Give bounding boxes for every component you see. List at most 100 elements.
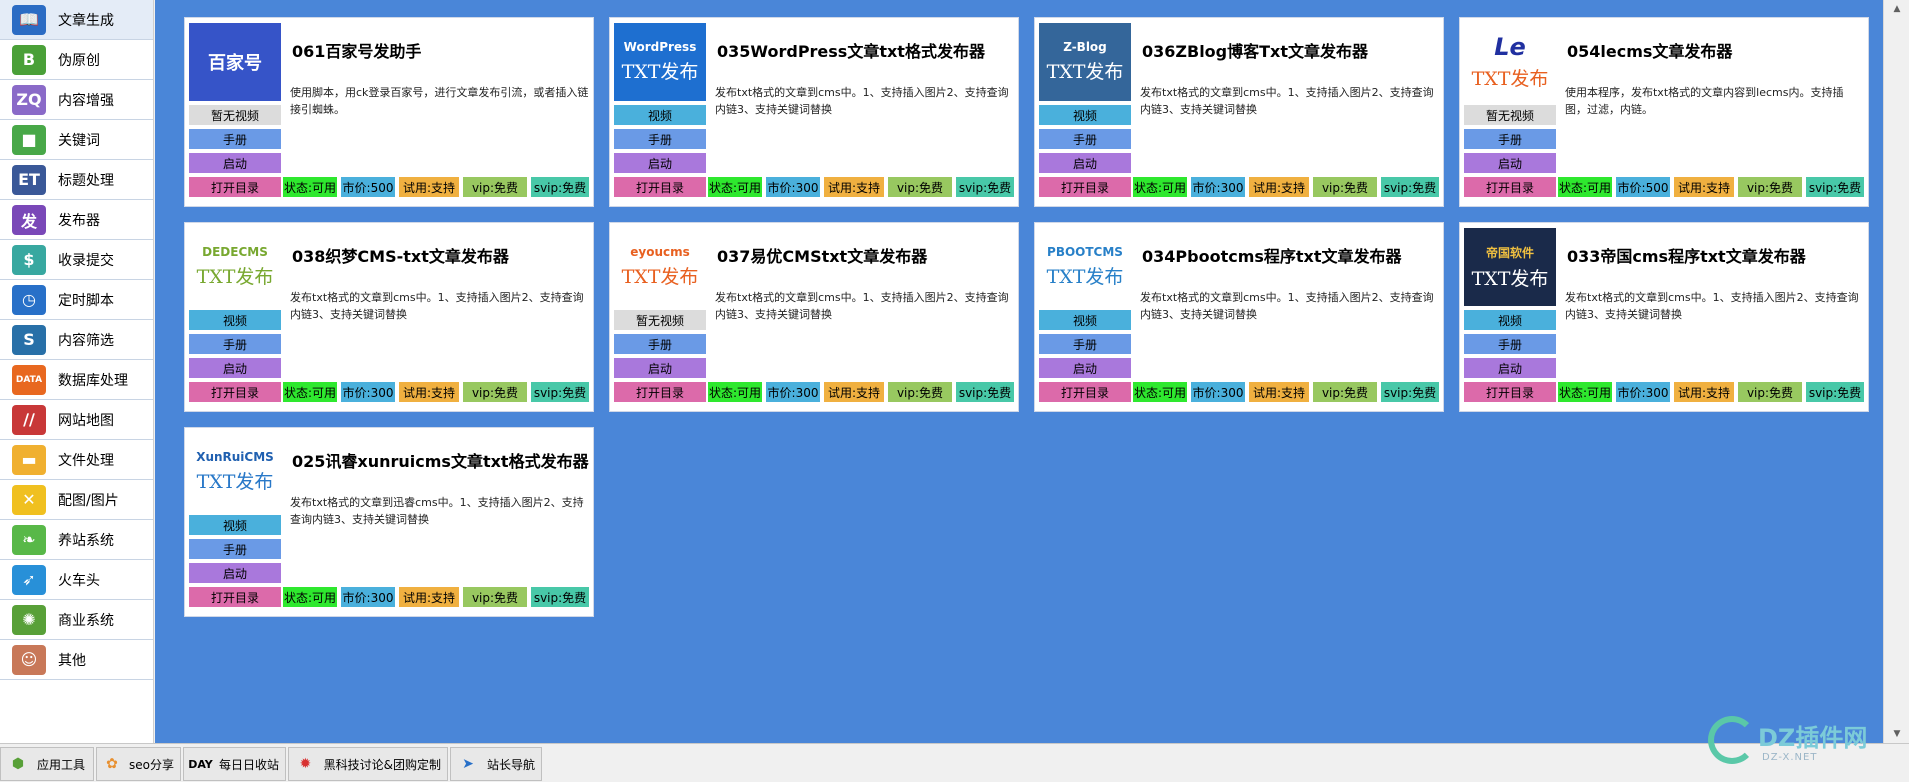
sidebar-item[interactable]: ▬ 文件处理 xyxy=(0,440,153,480)
tool-logo: Le TXT发布 xyxy=(1464,23,1556,101)
open-directory-button[interactable]: 打开目录 xyxy=(1464,177,1556,197)
tool-card-grid: 百家号 061百家号发助手 使用脚本，用ck登录百家号，进行文章发布引流，或者插入链… xyxy=(155,0,1883,743)
start-button[interactable]: 启动 xyxy=(1464,153,1556,173)
svip-tag: svip:免费 xyxy=(531,587,589,607)
green-cube-icon: ■ xyxy=(12,124,46,155)
open-directory-button[interactable]: 打开目录 xyxy=(614,177,706,197)
start-button[interactable]: 启动 xyxy=(189,358,281,378)
tool-title: 061百家号发助手 xyxy=(292,42,422,61)
start-button[interactable]: 启动 xyxy=(614,153,706,173)
sidebar-item[interactable]: ✕ 配图/图片 xyxy=(0,480,153,520)
manual-button[interactable]: 手册 xyxy=(1039,129,1131,149)
seo-share-icon: ✿ xyxy=(106,756,118,772)
tool-title: 035WordPress文章txt格式发布器 xyxy=(717,42,985,61)
open-directory-button[interactable]: 打开目录 xyxy=(189,587,281,607)
trial-tag: 试用:支持 xyxy=(1674,177,1734,197)
tool-logo-brand: WordPress xyxy=(623,40,697,54)
open-directory-button[interactable]: 打开目录 xyxy=(189,177,281,197)
video-button[interactable]: 暂无视频 xyxy=(614,310,706,330)
sidebar-item-label: 文章生成 xyxy=(58,12,114,29)
start-button[interactable]: 启动 xyxy=(1464,358,1556,378)
manual-button[interactable]: 手册 xyxy=(189,129,281,149)
open-directory-button[interactable]: 打开目录 xyxy=(189,382,281,402)
tool-logo-caption: TXT发布 xyxy=(1046,61,1124,83)
start-button[interactable]: 启动 xyxy=(1039,358,1131,378)
video-button[interactable]: 视频 xyxy=(1464,310,1556,330)
tool-description: 发布txt格式的文章到cms中。1、支持插入图片2、支持查询内链3、支持关键词替… xyxy=(1565,291,1859,321)
sidebar-item[interactable]: 📖 文章生成 xyxy=(0,0,153,40)
sidebar-item[interactable]: ZQ 内容增强 xyxy=(0,80,153,120)
manual-button[interactable]: 手册 xyxy=(189,539,281,559)
video-button[interactable]: 暂无视频 xyxy=(1464,105,1556,125)
filter-icon: S xyxy=(12,324,46,355)
open-directory-button[interactable]: 打开目录 xyxy=(1464,382,1556,402)
sidebar-item[interactable]: ☺ 其他 xyxy=(0,640,153,680)
sidebar-item[interactable]: ET 标题处理 xyxy=(0,160,153,200)
vip-tag: vip:免费 xyxy=(888,382,952,402)
open-directory-button[interactable]: 打开目录 xyxy=(1039,177,1131,197)
sidebar-item[interactable]: 发发布器 xyxy=(0,200,153,240)
bottom-tab-label: 站长导航 xyxy=(486,757,535,772)
start-button[interactable]: 启动 xyxy=(1039,153,1131,173)
tool-tags: 状态:可用 市价:500 试用:支持 vip:免费 svip:免费 xyxy=(283,177,593,197)
manual-button[interactable]: 手册 xyxy=(1464,129,1556,149)
tool-logo: WordPress TXT发布 xyxy=(614,23,706,101)
tool-logo-brand: PBOOTCMS xyxy=(1047,245,1123,259)
video-button[interactable]: 视频 xyxy=(1039,310,1131,330)
sidebar-item[interactable]: ❧ 养站系统 xyxy=(0,520,153,560)
bottom-tab[interactable]: ✿ seo分享 xyxy=(96,747,181,781)
submit-icon: $ xyxy=(12,244,46,275)
manual-button[interactable]: 手册 xyxy=(1039,334,1131,354)
open-directory-button[interactable]: 打开目录 xyxy=(1039,382,1131,402)
sidebar-item[interactable]: DATA 数据库处理 xyxy=(0,360,153,400)
tool-tags: 状态:可用 市价:300 试用:支持 vip:免费 svip:免费 xyxy=(1558,382,1868,402)
video-button[interactable]: 视频 xyxy=(614,105,706,125)
business-icon: ✺ xyxy=(12,604,46,635)
bottom-tab[interactable]: DAY 每日日收站 xyxy=(183,747,286,781)
scroll-up-arrow-icon[interactable]: ▲ xyxy=(1884,0,1909,18)
sidebar-item[interactable]: ■ 关键词 xyxy=(0,120,153,160)
tool-card: 百家号 061百家号发助手 使用脚本，用ck登录百家号，进行文章发布引流，或者插入链… xyxy=(184,17,594,207)
start-button[interactable]: 启动 xyxy=(189,153,281,173)
vip-tag: vip:免费 xyxy=(1738,382,1802,402)
sidebar-item[interactable]: S 内容筛选 xyxy=(0,320,153,360)
svip-tag: svip:免费 xyxy=(956,177,1014,197)
svip-tag: svip:免费 xyxy=(1806,177,1864,197)
vip-tag: vip:免费 xyxy=(1738,177,1802,197)
watermark-text: DZ插件网 xyxy=(1758,724,1868,752)
video-button[interactable]: 视频 xyxy=(189,310,281,330)
tool-logo-brand: XunRuiCMS xyxy=(196,450,274,464)
open-directory-button[interactable]: 打开目录 xyxy=(614,382,706,402)
vip-tag: vip:免费 xyxy=(888,177,952,197)
tool-logo: 百家号 xyxy=(189,23,281,101)
start-button[interactable]: 启动 xyxy=(614,358,706,378)
svip-tag: svip:免费 xyxy=(1381,382,1439,402)
tool-title: 034Pbootcms程序txt文章发布器 xyxy=(1142,247,1402,266)
manual-button[interactable]: 手册 xyxy=(1464,334,1556,354)
sidebar-item[interactable]: $ 收录提交 xyxy=(0,240,153,280)
manual-button[interactable]: 手册 xyxy=(614,334,706,354)
svip-tag: svip:免费 xyxy=(531,177,589,197)
sidebar-item[interactable]: ✺ 商业系统 xyxy=(0,600,153,640)
sidebar-item[interactable]: ➶ 火车头 xyxy=(0,560,153,600)
bottom-tab[interactable]: ➤ 站长导航 xyxy=(450,747,542,781)
tool-logo: Z-Blog TXT发布 xyxy=(1039,23,1131,101)
watermark: DZ插件网 DZ-X.NET xyxy=(1704,710,1894,770)
tool-title: 054lecms文章发布器 xyxy=(1567,42,1733,61)
start-button[interactable]: 启动 xyxy=(189,563,281,583)
sidebar-item[interactable]: ◷ 定时脚本 xyxy=(0,280,153,320)
manual-button[interactable]: 手册 xyxy=(614,129,706,149)
bottom-tab[interactable]: ⬢ 应用工具 xyxy=(0,747,94,781)
video-button[interactable]: 暂无视频 xyxy=(189,105,281,125)
bottom-tab[interactable]: ✹ 黑科技讨论&团购定制 xyxy=(288,747,448,781)
vertical-scrollbar[interactable]: ▲ ▼ xyxy=(1883,0,1909,743)
sidebar-item-label: 标题处理 xyxy=(58,172,114,189)
video-button[interactable]: 视频 xyxy=(189,515,281,535)
sidebar-item[interactable]: B 伪原创 xyxy=(0,40,153,80)
document-green-icon: B xyxy=(12,44,46,75)
sidebar-item[interactable]: ∕∕ 网站地图 xyxy=(0,400,153,440)
bottom-tab-label: seo分享 xyxy=(129,757,174,772)
video-button[interactable]: 视频 xyxy=(1039,105,1131,125)
vip-tag: vip:免费 xyxy=(463,587,527,607)
manual-button[interactable]: 手册 xyxy=(189,334,281,354)
